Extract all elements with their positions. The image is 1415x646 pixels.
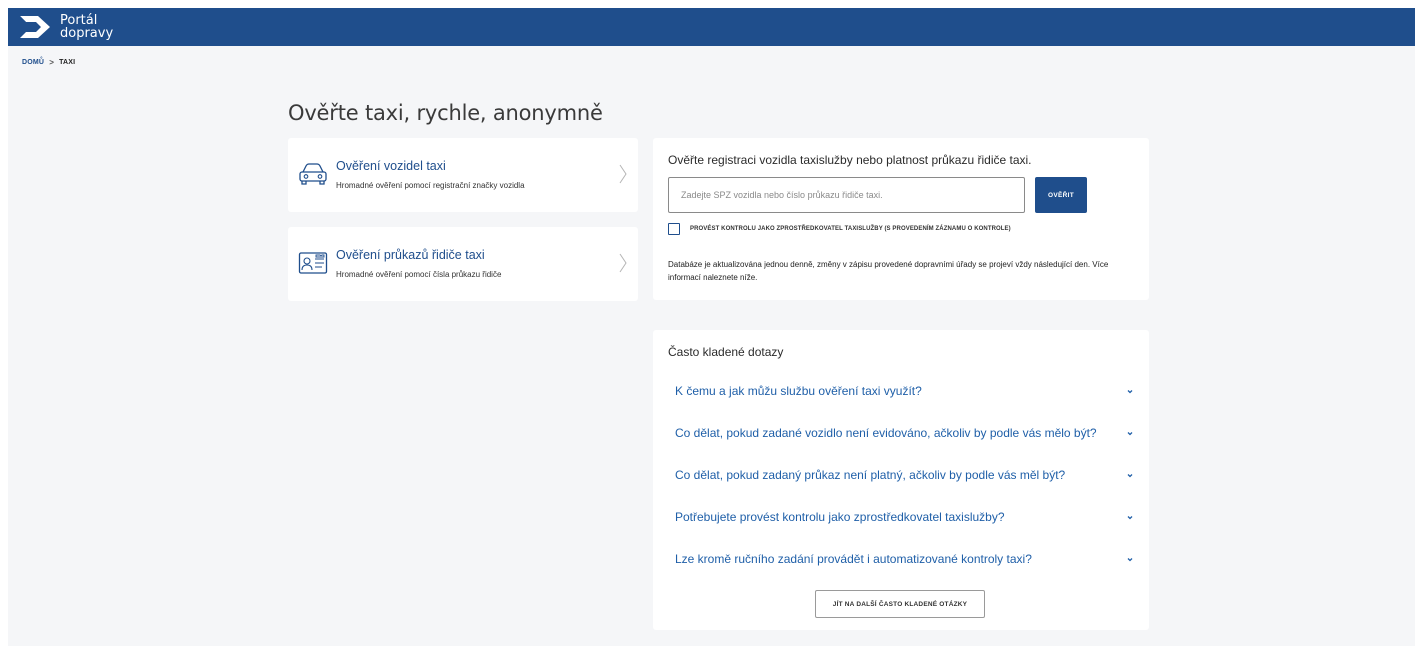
page-title: Ověřte taxi, rychle, anonymně <box>288 101 603 125</box>
faq-question: Co dělat, pokud zadaný průkaz není platn… <box>675 468 1066 482</box>
car-icon <box>299 163 327 185</box>
chevron-down-icon <box>1127 474 1133 478</box>
faq-item[interactable]: Co dělat, pokud zadané vozidlo není evid… <box>675 426 1135 446</box>
faq-item[interactable]: K čemu a jak můžu službu ověření taxi vy… <box>675 384 1135 404</box>
chevron-right-icon <box>619 164 627 184</box>
spz-or-license-input[interactable] <box>668 177 1025 213</box>
chevron-down-icon <box>1127 558 1133 562</box>
vehicle-verification-card[interactable]: Ověření vozidel taxi Hromadné ověření po… <box>288 138 638 212</box>
chevron-down-icon <box>1127 516 1133 520</box>
database-update-note: Databáze je aktualizována jednou denně, … <box>668 260 1109 282</box>
intermediary-check-checkbox[interactable] <box>668 223 680 235</box>
breadcrumb-home-link[interactable]: DOMŮ <box>22 59 44 66</box>
breadcrumb: DOMŮ > TAXI <box>22 58 75 67</box>
driver-card-title: Ověření průkazů řidiče taxi <box>336 248 485 262</box>
id-card-icon <box>298 252 328 274</box>
logo-line-2: dopravy <box>60 26 114 41</box>
breadcrumb-separator: > <box>49 58 55 67</box>
faq-question: Co dělat, pokud zadané vozidlo není evid… <box>675 426 1097 440</box>
chevron-down-icon <box>1127 390 1133 394</box>
chevron-down-icon <box>1127 432 1133 436</box>
faq-question: Potřebujete provést kontrolu jako zprost… <box>675 510 1005 524</box>
top-bar: Portál dopravy <box>8 8 1415 46</box>
faq-question: Lze kromě ručního zadání provádět i auto… <box>675 552 1032 566</box>
verify-button[interactable]: OVĚŘIT <box>1035 177 1087 213</box>
breadcrumb-current: TAXI <box>59 59 76 66</box>
intermediary-check-label[interactable]: PROVÉST KONTROLU JAKO ZPROSTŘEDKOVATEL T… <box>690 226 1011 232</box>
faq-item[interactable]: Lze kromě ručního zadání provádět i auto… <box>675 552 1135 572</box>
portal-logo[interactable]: Portál dopravy <box>18 13 113 41</box>
page-frame: Portál dopravy DOMŮ > TAXI Ověřte taxi, … <box>8 8 1415 646</box>
faq-item[interactable]: Potřebujete provést kontrolu jako zprost… <box>675 510 1135 530</box>
driver-card-description: Hromadné ověření pomocí čísla průkazu ři… <box>336 270 502 279</box>
faq-question: K čemu a jak můžu službu ověření taxi vy… <box>675 384 922 398</box>
driver-license-verification-card[interactable]: Ověření průkazů řidiče taxi Hromadné ově… <box>288 227 638 301</box>
verify-title: Ověřte registraci vozidla taxislužby neb… <box>668 153 1032 167</box>
chevron-right-icon <box>619 253 627 273</box>
faq-item[interactable]: Co dělat, pokud zadaný průkaz není platn… <box>675 468 1135 488</box>
vehicle-card-description: Hromadné ověření pomocí registrační znač… <box>336 181 525 190</box>
verify-panel: Ověřte registraci vozidla taxislužby neb… <box>653 138 1149 300</box>
more-faq-button[interactable]: JÍT NA DALŠÍ ČASTO KLADENÉ OTÁZKY <box>815 590 985 618</box>
faq-panel: Často kladené dotazy K čemu a jak můžu s… <box>653 330 1149 630</box>
vehicle-card-title: Ověření vozidel taxi <box>336 159 446 173</box>
faq-title: Často kladené dotazy <box>668 345 784 359</box>
logo-arrow-icon <box>20 16 50 38</box>
logo-text: Portál dopravy <box>60 14 113 40</box>
